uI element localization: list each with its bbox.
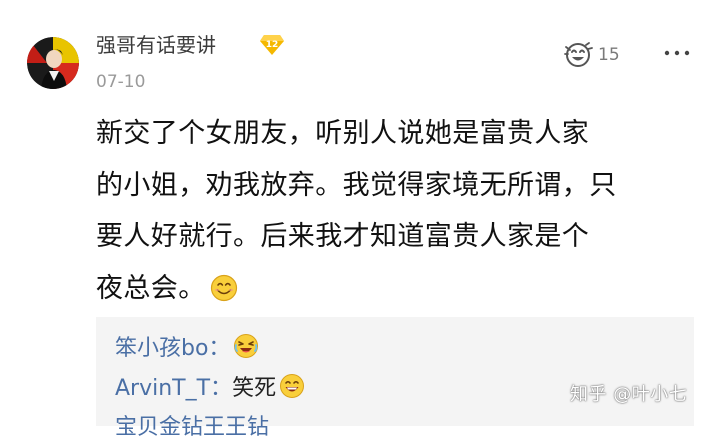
like-count: 15	[598, 45, 620, 65]
more-dots-icon[interactable]	[663, 45, 693, 59]
comment-line-text: 夜总会。	[96, 272, 206, 304]
comment-last-line: 夜总会。	[96, 263, 696, 315]
laughing-crying-emoji	[233, 333, 259, 368]
reply-user[interactable]: ArvinT_T：	[115, 376, 232, 401]
reply-item[interactable]: ArvinT_T：笑死	[115, 373, 305, 408]
comment-body: 新交了个女朋友，听别人说她是富贵人家 的小姐，劝我放弃。我觉得家境无所谓，只 要…	[96, 108, 696, 314]
diamond-level-icon: 12	[259, 33, 285, 57]
comment-line: 的小姐，劝我放弃。我觉得家境无所谓，只	[96, 169, 617, 201]
reply-text: 笑死	[232, 376, 277, 401]
reply-user[interactable]: 宝贝金钻王王钻	[115, 415, 269, 440]
comment-line: 要人好就行。后来我才知道富贵人家是个	[96, 221, 590, 252]
watermark: 知乎 @叶小七	[570, 384, 688, 405]
level-number: 12	[266, 40, 279, 50]
reply-item[interactable]: 笨小孩bo：	[115, 333, 259, 368]
replies-panel[interactable]: 笨小孩bo： ArvinT_T：笑死 宝贝金钻王王钻	[96, 317, 694, 440]
smile-emoji	[210, 268, 238, 320]
grinning-emoji	[279, 373, 305, 408]
reply-item[interactable]: 宝贝金钻王王钻	[115, 413, 269, 443]
avatar[interactable]	[27, 37, 79, 89]
author-name[interactable]: 强哥有话要讲	[96, 31, 216, 59]
reply-user[interactable]: 笨小孩bo：	[115, 336, 230, 361]
avatar-image	[27, 37, 79, 89]
comment-date: 07-10	[96, 72, 146, 92]
comment-line: 新交了个女朋友，听别人说她是富贵人家	[96, 118, 590, 149]
like-face-icon[interactable]	[564, 41, 594, 69]
